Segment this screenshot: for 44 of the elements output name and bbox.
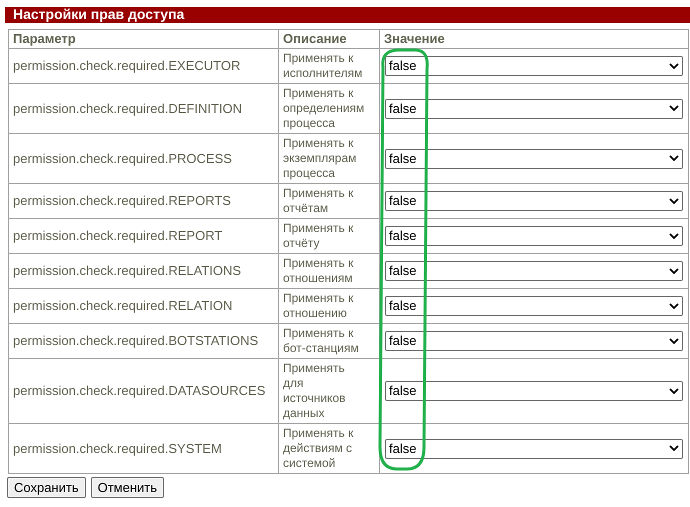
chevron-down-icon xyxy=(669,338,679,344)
value-dropdown[interactable]: false xyxy=(385,381,683,401)
chevron-down-icon xyxy=(669,155,679,162)
parameter-cell: permission.check.required.PROCESS xyxy=(8,134,278,184)
value-dropdown[interactable]: false xyxy=(385,331,683,351)
page-title: Настройки прав доступа xyxy=(5,7,690,23)
description-cell: Применять к исполнителям xyxy=(278,48,380,84)
value-dropdown[interactable]: false xyxy=(385,438,683,458)
value-dropdown[interactable]: false xyxy=(385,191,683,211)
chevron-down-icon xyxy=(669,105,679,112)
value-dropdown[interactable]: false xyxy=(385,98,683,118)
column-header: Значение xyxy=(380,30,688,48)
column-header: Описание xyxy=(278,30,380,48)
chevron-down-icon xyxy=(669,62,679,70)
parameter-cell: permission.check.required.BOTSTATIONS xyxy=(8,324,278,358)
chevron-down-icon xyxy=(669,198,679,204)
cancel-button[interactable]: Отменить xyxy=(90,477,164,498)
parameter-cell: permission.check.required.REPORTS xyxy=(8,184,278,218)
column-header: Параметр xyxy=(8,30,278,48)
parameter-cell: permission.check.required.RELATION xyxy=(8,288,278,324)
value-dropdown[interactable]: false xyxy=(385,226,683,246)
parameter-cell: permission.check.required.REPORT xyxy=(8,218,278,254)
value-dropdown[interactable]: false xyxy=(385,296,683,316)
description-cell: Применять к бот-станциям xyxy=(278,324,380,358)
save-button[interactable]: Сохранить xyxy=(7,477,86,498)
chevron-down-icon xyxy=(669,302,679,310)
value-dropdown[interactable]: false xyxy=(385,148,683,168)
chevron-down-icon xyxy=(669,232,679,240)
parameter-cell: permission.check.required.SYSTEM xyxy=(8,424,278,474)
chevron-down-icon xyxy=(669,268,679,274)
parameter-cell: permission.check.required.RELATIONS xyxy=(8,254,278,288)
description-cell: Применять к определениям процесса xyxy=(278,84,380,134)
parameter-cell: permission.check.required.DEFINITION xyxy=(8,84,278,134)
description-cell: Применять к отчётам xyxy=(278,184,380,218)
description-cell: Применять к отношению xyxy=(278,288,380,324)
chevron-down-icon xyxy=(669,388,679,394)
chevron-down-icon xyxy=(669,445,679,452)
description-cell: Применять к отчёту xyxy=(278,218,380,254)
description-cell: Применять к экземплярам процесса xyxy=(278,134,380,184)
description-cell: Применять к отношениям xyxy=(278,254,380,288)
parameter-cell: permission.check.required.DATASOURCES xyxy=(8,358,278,424)
value-dropdown[interactable]: false xyxy=(385,261,683,281)
value-dropdown[interactable]: false xyxy=(385,56,683,76)
parameter-cell: permission.check.required.EXECUTOR xyxy=(8,48,278,84)
